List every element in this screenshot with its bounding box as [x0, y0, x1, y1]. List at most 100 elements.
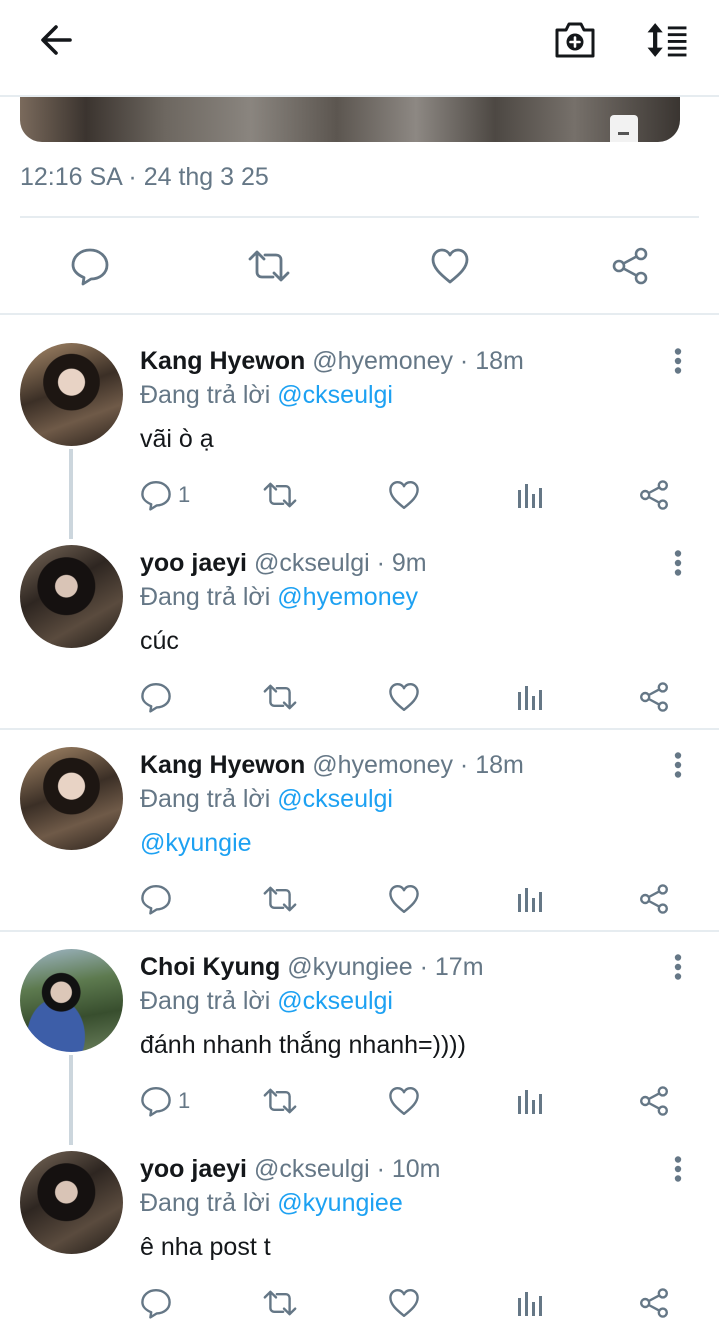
mention-link[interactable]: @ckseulgi	[277, 987, 393, 1015]
author-handle: @hyemoney · 18m	[312, 751, 524, 779]
share-button[interactable]	[608, 244, 652, 288]
share-icon	[640, 682, 668, 712]
like-button[interactable]	[388, 879, 420, 919]
share-icon	[640, 884, 668, 914]
like-icon	[389, 1289, 419, 1317]
like-button[interactable]	[388, 677, 420, 717]
tweet-media-image[interactable]	[20, 97, 680, 142]
reply-count: 1	[178, 1088, 191, 1113]
like-icon	[389, 683, 419, 711]
author-handle: @ckseulgi · 10m	[253, 1155, 441, 1183]
reply-text: vãi ò ạ	[140, 425, 214, 453]
share-button[interactable]	[638, 879, 670, 919]
analytics-button[interactable]	[516, 879, 544, 919]
retweet-icon	[263, 684, 297, 710]
like-button[interactable]	[388, 1283, 420, 1323]
reply-count: 1	[178, 482, 191, 507]
reply-tweet[interactable]: yoo jaeyi @ckseulgi · 9m Đang trả lời @h…	[0, 527, 719, 729]
more-options-button[interactable]	[664, 545, 692, 581]
divider	[0, 313, 719, 315]
avatar[interactable]	[20, 1151, 123, 1254]
share-icon	[612, 247, 648, 285]
like-button[interactable]	[428, 244, 472, 288]
mention-link[interactable]: @kyungiee	[277, 1189, 402, 1217]
share-icon	[640, 480, 668, 510]
more-options-button[interactable]	[664, 747, 692, 783]
reply-button[interactable]	[140, 1283, 178, 1323]
retweet-button[interactable]	[262, 1081, 298, 1121]
back-button[interactable]	[34, 18, 78, 62]
like-button[interactable]	[388, 475, 420, 515]
author-handle: @hyemoney · 18m	[312, 347, 524, 375]
analytics-icon	[518, 1292, 542, 1316]
reply-button[interactable]	[68, 244, 112, 288]
author-name[interactable]: Kang Hyewon	[140, 751, 305, 779]
author-name[interactable]: Kang Hyewon	[140, 347, 305, 375]
replying-to-label: Đang trả lời	[140, 583, 278, 611]
avatar[interactable]	[20, 949, 123, 1052]
reply-text-mention[interactable]: @kyungie	[140, 829, 252, 858]
retweet-button[interactable]	[262, 1283, 298, 1323]
analytics-icon	[518, 686, 542, 710]
reply-header: yoo jaeyi @ckseulgi · 10m	[140, 1155, 441, 1184]
reply-icon	[141, 1289, 171, 1319]
like-icon	[389, 885, 419, 913]
author-name[interactable]: yoo jaeyi	[140, 549, 247, 577]
reply-tweet[interactable]: Kang Hyewon @hyemoney · 18m Đang trả lời…	[0, 325, 719, 539]
top-bar	[0, 0, 719, 97]
share-icon	[640, 1086, 668, 1116]
more-vertical-icon	[674, 1156, 682, 1182]
replying-to: Đang trả lời @hyemoney	[140, 583, 418, 612]
share-button[interactable]	[638, 1081, 670, 1121]
more-options-button[interactable]	[664, 949, 692, 985]
reply-actions	[0, 677, 719, 717]
like-button[interactable]	[388, 1081, 420, 1121]
analytics-icon	[518, 888, 542, 912]
analytics-button[interactable]	[516, 1081, 544, 1121]
replying-to: Đang trả lời @kyungiee	[140, 1189, 403, 1218]
reply-icon	[141, 481, 171, 511]
share-button[interactable]	[638, 677, 670, 717]
reply-text: đánh nhanh thắng nhanh=))))	[140, 1031, 466, 1059]
retweet-button[interactable]	[262, 475, 298, 515]
reply-tweet[interactable]: Choi Kyung @kyungiee · 17m Đang trả lời …	[0, 931, 719, 1145]
reply-button[interactable]: 1	[140, 475, 190, 515]
like-icon	[431, 248, 469, 284]
retweet-icon	[263, 1088, 297, 1114]
share-button[interactable]	[638, 475, 670, 515]
retweet-button[interactable]	[262, 879, 298, 919]
retweet-icon	[263, 482, 297, 508]
analytics-button[interactable]	[516, 677, 544, 717]
mention-link[interactable]: @ckseulgi	[277, 785, 393, 813]
mention-link[interactable]: @ckseulgi	[277, 381, 393, 409]
replying-to-label: Đang trả lời	[140, 381, 278, 409]
sort-button[interactable]	[645, 18, 689, 62]
share-button[interactable]	[638, 1283, 670, 1323]
mention-link[interactable]: @hyemoney	[277, 583, 418, 611]
more-options-button[interactable]	[664, 1151, 692, 1187]
reply-button[interactable]: 1	[140, 1081, 190, 1121]
camera-button[interactable]	[553, 18, 597, 62]
analytics-button[interactable]	[516, 475, 544, 515]
reply-button[interactable]	[140, 677, 178, 717]
reply-icon	[141, 683, 171, 713]
reply-actions	[0, 879, 719, 919]
reply-tweet[interactable]: Kang Hyewon @hyemoney · 18m Đang trả lời…	[0, 729, 719, 931]
author-name[interactable]: yoo jaeyi	[140, 1155, 247, 1183]
like-icon	[389, 481, 419, 509]
author-name[interactable]: Choi Kyung	[140, 953, 280, 981]
avatar[interactable]	[20, 343, 123, 446]
retweet-button[interactable]	[262, 677, 298, 717]
divider	[20, 216, 699, 218]
media-badge-icon	[610, 115, 638, 142]
more-vertical-icon	[674, 550, 682, 576]
avatar[interactable]	[20, 545, 123, 648]
analytics-button[interactable]	[516, 1283, 544, 1323]
reply-tweet[interactable]: yoo jaeyi @ckseulgi · 10m Đang trả lời @…	[0, 1133, 719, 1334]
replying-to-label: Đang trả lời	[140, 785, 278, 813]
more-options-button[interactable]	[664, 343, 692, 379]
reply-button[interactable]	[140, 879, 178, 919]
retweet-button[interactable]	[247, 244, 291, 288]
avatar[interactable]	[20, 747, 123, 850]
replying-to: Đang trả lời @ckseulgi	[140, 785, 393, 814]
